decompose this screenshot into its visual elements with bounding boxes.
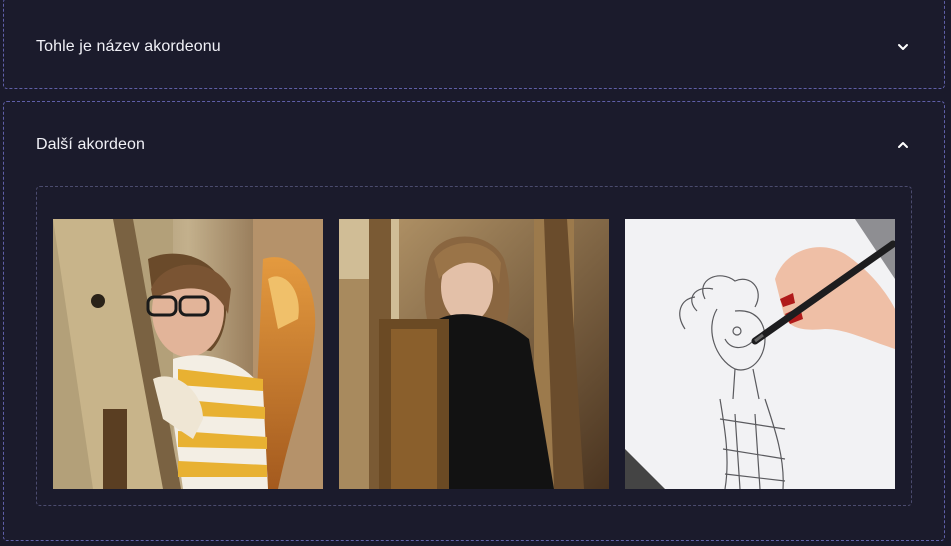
accordion-item-2: Další akordeon <box>3 101 945 541</box>
girl-behind-easel-photo[interactable] <box>339 219 609 489</box>
accordion-header-2[interactable]: Další akordeon <box>4 120 944 170</box>
chevron-down-icon[interactable] <box>896 40 910 54</box>
accordion-title-2: Další akordeon <box>36 136 146 153</box>
accordion-item-1: Tohle je název akordeonu <box>3 0 945 89</box>
girl-drawing-at-easel-photo[interactable] <box>53 219 323 489</box>
accordion-header-1[interactable]: Tohle je název akordeonu <box>4 22 944 72</box>
chevron-up-icon[interactable] <box>896 138 910 152</box>
hand-sketching-on-tablet-photo[interactable] <box>625 219 895 489</box>
accordion-title-1: Tohle je název akordeonu <box>36 38 221 55</box>
accordion-panel <box>36 186 912 506</box>
